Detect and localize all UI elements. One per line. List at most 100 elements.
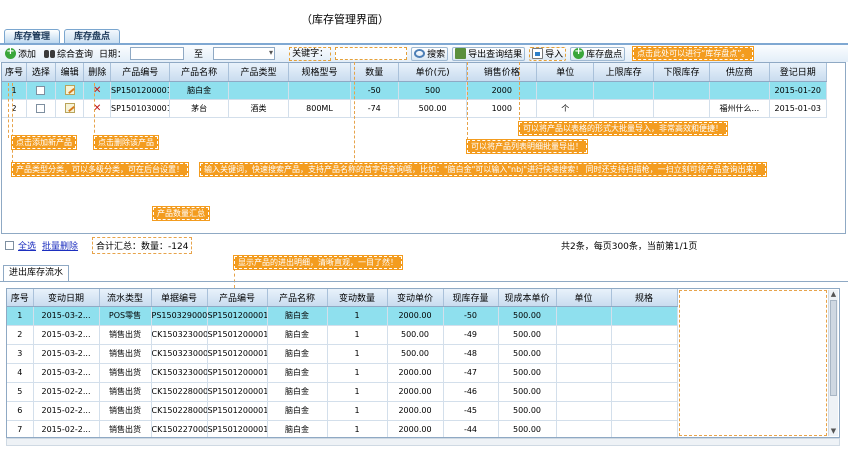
col-header[interactable]: 上限库存 xyxy=(593,63,654,82)
cell-lower xyxy=(653,99,711,118)
col-header[interactable]: 登记日期 xyxy=(769,63,828,82)
edit-icon[interactable] xyxy=(64,103,75,113)
col-header[interactable]: 产品编号 xyxy=(110,63,171,82)
cell-type: 销售出货 xyxy=(99,344,152,364)
table-row[interactable]: 32015-03-2...销售出货CK1503230003SP150120000… xyxy=(7,344,678,364)
col-header[interactable]: 选择 xyxy=(26,63,56,82)
row-number: 2 xyxy=(2,99,28,118)
annotation-connector xyxy=(8,83,9,138)
cell-doc: PS1503290001 xyxy=(151,306,208,326)
date-from-input[interactable] xyxy=(130,47,185,60)
col-header[interactable]: 规格型号 xyxy=(288,63,351,82)
col-header[interactable]: 产品名称 xyxy=(169,63,229,82)
cell-name: 脑白金 xyxy=(267,401,328,421)
table-row[interactable]: 72015-02-2...销售出货CK1502270002SP150120000… xyxy=(7,420,678,437)
col-header[interactable]: 序号 xyxy=(2,63,28,82)
stocktake-button[interactable]: 库存盘点 xyxy=(570,46,626,61)
batch-delete-link[interactable]: 批量删除 xyxy=(42,239,78,252)
import-label: 导入 xyxy=(545,50,564,60)
scroll-up-icon[interactable]: ▲ xyxy=(829,290,838,299)
col-header[interactable]: 单据编号 xyxy=(151,289,208,307)
col-header[interactable]: 单位 xyxy=(556,289,612,307)
category-annotation: 产品类型分类，可以多级分类，可在后台设置！ xyxy=(11,162,189,177)
select-all-link[interactable]: 全选 xyxy=(18,239,36,252)
tab-stocktake[interactable]: 库存盘点 xyxy=(64,29,121,44)
table-row[interactable]: 42015-03-2...销售出货CK1503230002SP150120000… xyxy=(7,363,678,383)
col-header[interactable]: 变动日期 xyxy=(33,289,100,307)
col-header[interactable]: 产品名称 xyxy=(267,289,328,307)
cell-name: 茅台 xyxy=(169,99,229,118)
table-row[interactable]: 2 ✕ SP1501030001 茅台 酒类 800ML -74 500.00 … xyxy=(2,99,828,118)
cell-date: 2015-03-2... xyxy=(33,363,100,383)
advanced-query-button[interactable]: 综合查询 xyxy=(42,47,95,61)
col-header[interactable]: 流水类型 xyxy=(99,289,152,307)
cell-date: 2015-03-2... xyxy=(33,325,100,345)
table-row[interactable]: 1 2015-03-2... POS零售 PS1503290001 SP15012000… xyxy=(7,306,678,326)
import-button[interactable]: 导入 xyxy=(529,46,567,61)
table-row[interactable]: 52015-02-2...销售出货CK1502280008SP150120000… xyxy=(7,382,678,402)
col-header[interactable]: 销售价格 xyxy=(466,63,538,82)
col-header[interactable]: 变动单价 xyxy=(387,289,444,307)
col-header[interactable]: 序号 xyxy=(7,289,34,307)
col-header[interactable]: 规格 xyxy=(611,289,678,307)
table-row[interactable]: 22015-03-2...销售出货CK1503230007SP150120000… xyxy=(7,325,678,345)
col-header[interactable]: 编辑 xyxy=(55,63,85,82)
export-icon xyxy=(455,48,467,59)
date-label: 日期： xyxy=(99,50,127,60)
cell-unit xyxy=(556,382,612,402)
cell-spec xyxy=(611,306,678,326)
cell-date: 2015-02-2... xyxy=(33,401,100,421)
col-header[interactable]: 删除 xyxy=(83,63,112,82)
cell-doc: CK1502270002 xyxy=(151,420,208,437)
cell-upper xyxy=(593,81,654,100)
col-header[interactable]: 产品编号 xyxy=(207,289,268,307)
col-header[interactable]: 数量 xyxy=(350,63,399,82)
cell-qty: 1 xyxy=(327,325,388,345)
keyword-input[interactable] xyxy=(335,47,408,60)
annotation-connector xyxy=(467,62,468,140)
date-to-select[interactable] xyxy=(213,47,276,60)
scroll-down-icon[interactable]: ▼ xyxy=(829,427,838,436)
row-checkbox[interactable] xyxy=(36,103,46,113)
cell-price: 2000.00 xyxy=(387,420,444,437)
col-header[interactable]: 供应商 xyxy=(709,63,770,82)
total-annotation: 产品数量汇总 xyxy=(152,206,210,221)
export-button[interactable]: 导出查询结果 xyxy=(452,46,526,61)
edit-icon[interactable] xyxy=(64,85,75,95)
table-row[interactable]: 62015-02-2...销售出货CK1502280008SP150120000… xyxy=(7,401,678,421)
col-header[interactable]: 变动数量 xyxy=(327,289,388,307)
search-button[interactable]: 搜索 xyxy=(411,46,449,61)
add-button[interactable]: 添加 xyxy=(3,46,38,61)
col-header[interactable]: 现库存量 xyxy=(443,289,499,307)
cell-type: 销售出货 xyxy=(99,363,152,383)
cell-qty: 1 xyxy=(327,344,388,364)
row-checkbox[interactable] xyxy=(36,85,46,95)
cell-spec xyxy=(611,420,678,437)
cell-sale: 2000 xyxy=(466,81,538,100)
col-header[interactable]: 现成本单价 xyxy=(498,289,557,307)
cell-name: 脑白金 xyxy=(267,344,328,364)
col-header[interactable]: 单位 xyxy=(536,63,595,82)
col-header[interactable]: 下限库存 xyxy=(653,63,711,82)
tab-inventory-management[interactable]: 库存管理 xyxy=(4,29,61,44)
cell-name: 脑白金 xyxy=(267,325,328,345)
col-header[interactable]: 产品类型 xyxy=(228,63,290,82)
cell-stock: -49 xyxy=(443,325,499,345)
horizontal-scrollbar[interactable] xyxy=(6,438,840,446)
cell-price: 500.00 xyxy=(398,99,468,118)
tab-stock-flow[interactable]: 进出库存流水 xyxy=(3,265,70,281)
search-icon xyxy=(414,49,426,58)
cell-qty: -74 xyxy=(350,99,399,118)
pager-info: 共2条，每页300条，当前第1/1页 xyxy=(561,241,698,252)
cell-price: 2000.00 xyxy=(387,306,444,326)
add-label: 添加 xyxy=(18,50,37,60)
table-row[interactable]: 1 ✕ SP1501200001 脑白金 -50 500 2000 2015-0… xyxy=(2,81,828,100)
vertical-scrollbar[interactable]: ▲ ▼ xyxy=(828,290,838,436)
cell-no: 3 xyxy=(7,344,34,364)
cell-code: SP1501200001 xyxy=(207,420,268,437)
cell-price: 2000.00 xyxy=(387,401,444,421)
col-header[interactable]: 单价(元) xyxy=(398,63,468,82)
select-all-checkbox[interactable] xyxy=(5,240,14,250)
scroll-thumb[interactable] xyxy=(830,300,837,396)
add-annotation: 点击添加新产品 xyxy=(11,135,77,150)
